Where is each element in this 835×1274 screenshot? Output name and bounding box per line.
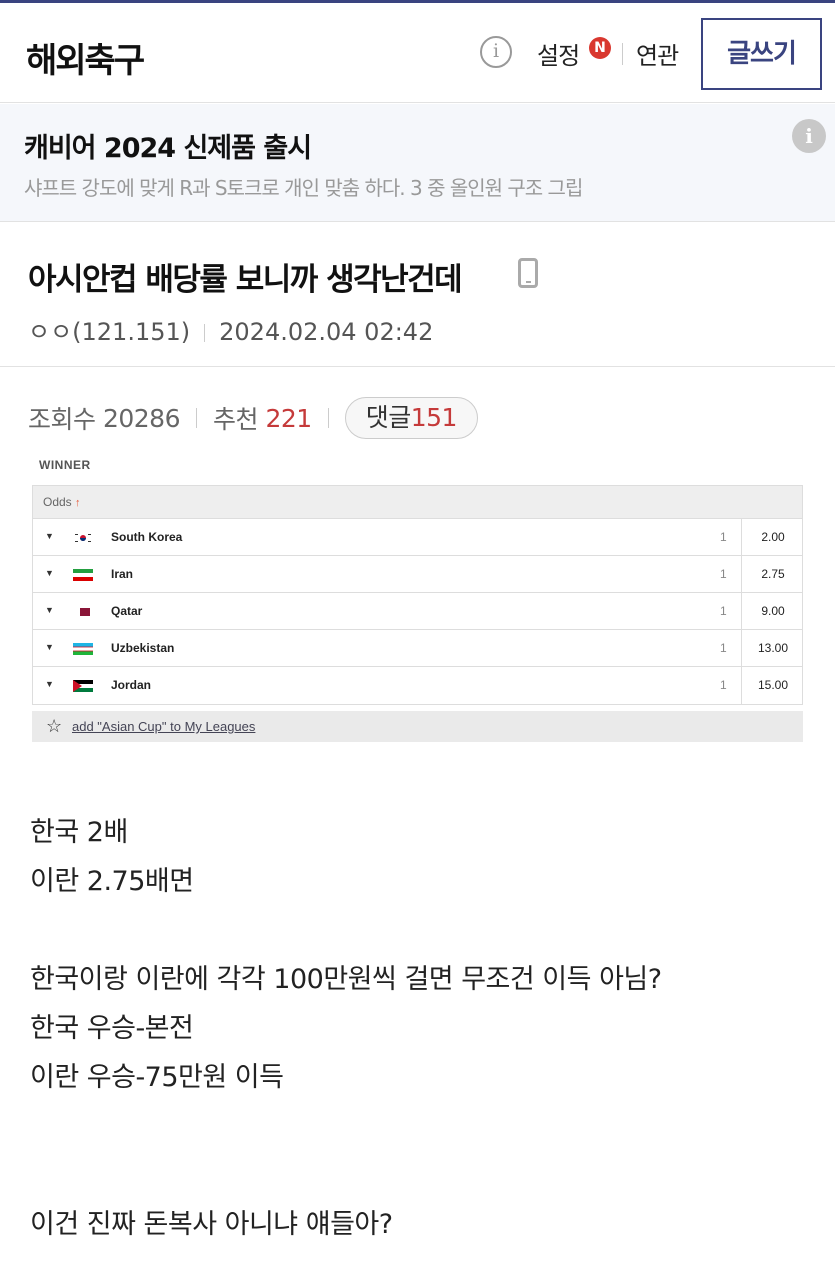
caret-down-icon: ▼	[45, 531, 54, 541]
iran-flag-icon	[73, 569, 93, 581]
author[interactable]: ㅇㅇ(121.151)	[28, 318, 190, 346]
comments-button[interactable]: 댓글151	[344, 397, 478, 439]
odds-count: 1	[720, 604, 727, 618]
odds-price: 9.00	[761, 604, 785, 618]
caret-down-icon: ▼	[45, 605, 54, 615]
post-title: 아시안컵 배당률 보니까 생각난건데	[28, 262, 463, 298]
comments-count: 151	[410, 403, 458, 432]
uzbekistan-flag-icon	[73, 643, 93, 655]
qatar-flag-icon	[76, 608, 90, 616]
post-datetime: 2024.02.04 02:42	[219, 318, 434, 346]
odds-count: 1	[720, 641, 727, 655]
post-meta: ㅇㅇ(121.151) 2024.02.04 02:42	[28, 312, 433, 347]
odds-price: 15.00	[757, 678, 789, 692]
odds-price: 2.00	[761, 530, 785, 544]
body-line: 한국 우승-본전	[30, 1013, 194, 1044]
team-name: Qatar	[111, 604, 143, 618]
odds-row: ▼ Iran 1 2.75	[33, 556, 802, 593]
ad-title[interactable]: 캐비어 2024 신제품 출시	[24, 126, 312, 165]
new-badge: N	[589, 37, 611, 59]
divider	[622, 43, 623, 65]
post-body: 한국 2배 이란 2.75배면 한국이랑 이란에 각각 100만원씩 걸면 무조…	[30, 808, 662, 1249]
ad-banner[interactable]: 캐비어 2024 신제품 출시 샤프트 강도에 맞게 R과 S토크로 개인 맞춤…	[0, 104, 835, 222]
body-line	[30, 906, 662, 955]
comments-label: 댓글	[365, 403, 412, 432]
post-stats: 조회수 20286 추천 221 댓글151	[28, 395, 478, 441]
post-header: 아시안컵 배당률 보니까 생각난건데 ㅇㅇ(121.151) 2024.02.04…	[0, 222, 835, 367]
board-header: 해외축구 i 설정 N 연관 글쓰기	[0, 3, 835, 103]
settings-button[interactable]: 설정	[537, 36, 580, 71]
team-name: Uzbekistan	[111, 641, 175, 655]
ad-description: 샤프트 강도에 맞게 R과 S토크로 개인 맞춤 하다. 3 중 올인원 구조 …	[24, 176, 583, 200]
odds-row: ▼ Jordan 1 15.00	[33, 667, 802, 704]
recommend-count: 221	[265, 403, 312, 433]
winner-label: WINNER	[39, 458, 91, 472]
sort-arrow-icon: ↑	[75, 497, 81, 509]
body-line	[30, 1102, 662, 1151]
odds-row: ▼ South Korea 1 2.00	[33, 519, 802, 556]
views-count: 20286	[102, 403, 181, 433]
korea-flag-icon	[73, 532, 93, 544]
add-league-text: add "Asian Cup" to My Leagues	[72, 719, 256, 734]
team-name: South Korea	[111, 530, 183, 544]
views-label: 조회수	[28, 405, 96, 434]
body-line: 한국 2배	[30, 817, 128, 848]
divider	[327, 408, 329, 428]
caret-down-icon: ▼	[45, 642, 54, 652]
caret-down-icon: ▼	[45, 568, 54, 578]
body-line: 한국이랑 이란에 각각 100만원씩 걸면 무조건 이득 아님?	[30, 964, 662, 995]
mobile-icon	[518, 258, 538, 288]
body-line	[30, 1151, 662, 1200]
odds-price: 13.00	[757, 641, 789, 655]
caret-down-icon: ▼	[45, 679, 54, 689]
related-button[interactable]: 연관	[636, 36, 679, 71]
ad-info-icon[interactable]: i	[792, 119, 826, 153]
odds-row: ▼ Qatar 1 9.00	[33, 593, 802, 630]
body-line: 이란 우승-75만원 이득	[30, 1062, 284, 1093]
body-line: 이란 2.75배면	[30, 866, 194, 897]
team-name: Jordan	[111, 678, 152, 692]
divider	[196, 408, 197, 428]
info-icon[interactable]: i	[480, 36, 512, 68]
odds-header: Odds ↑	[33, 486, 802, 519]
team-name: Iran	[111, 567, 134, 581]
body-line: 이건 진짜 돈복사 아니냐 얘들아?	[30, 1209, 393, 1240]
odds-count: 1	[720, 678, 727, 692]
odds-table: Odds ↑ ▼ South Korea 1 2.00 ▼ Iran 1 2.7…	[32, 485, 803, 705]
star-icon: ☆	[46, 716, 63, 736]
odds-price: 2.75	[761, 567, 785, 581]
divider	[204, 324, 206, 342]
odds-count: 1	[720, 530, 727, 544]
write-button[interactable]: 글쓰기	[701, 18, 822, 90]
board-title[interactable]: 해외축구	[26, 33, 145, 82]
odds-header-label: Odds	[43, 495, 72, 509]
odds-count: 1	[720, 567, 727, 581]
add-league-link: ☆ add "Asian Cup" to My Leagues	[32, 711, 803, 742]
recommend-label: 추천	[213, 405, 259, 434]
jordan-flag-icon	[73, 680, 93, 692]
odds-row: ▼ Uzbekistan 1 13.00	[33, 630, 802, 667]
